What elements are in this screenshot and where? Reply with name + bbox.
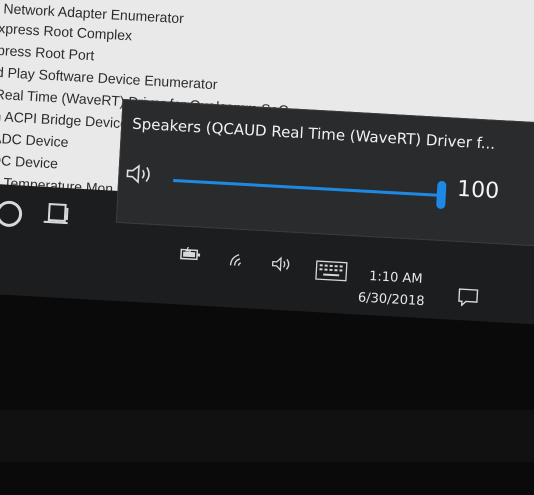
device-item[interactable]: xpress Root Complex xyxy=(0,20,133,43)
battery-icon[interactable] xyxy=(180,246,203,261)
device-item[interactable]: press Root Port xyxy=(0,42,95,63)
speaker-icon[interactable] xyxy=(271,256,294,273)
speaker-icon[interactable] xyxy=(125,162,156,186)
device-item[interactable]: ADC Device xyxy=(0,130,69,150)
volume-slider[interactable] xyxy=(173,178,447,210)
volume-slider-fill xyxy=(173,178,441,197)
task-view-icon[interactable] xyxy=(43,201,69,225)
volume-flyout: Speakers (QCAUD Real Time (WaveRT) Drive… xyxy=(115,99,534,247)
wifi-icon[interactable] xyxy=(228,251,249,268)
audio-device-title[interactable]: Speakers (QCAUD Real Time (WaveRT) Drive… xyxy=(132,115,496,153)
device-item[interactable]: n ACPI Bridge Device xyxy=(0,108,128,131)
volume-slider-thumb[interactable] xyxy=(436,180,447,210)
bezel xyxy=(0,410,534,462)
device-item[interactable]: DC Device xyxy=(0,152,58,172)
action-center-icon[interactable] xyxy=(458,288,479,307)
volume-value: 100 xyxy=(456,176,500,205)
keyboard-icon[interactable] xyxy=(315,260,348,282)
clock-time[interactable]: 1:10 AM xyxy=(369,269,423,287)
